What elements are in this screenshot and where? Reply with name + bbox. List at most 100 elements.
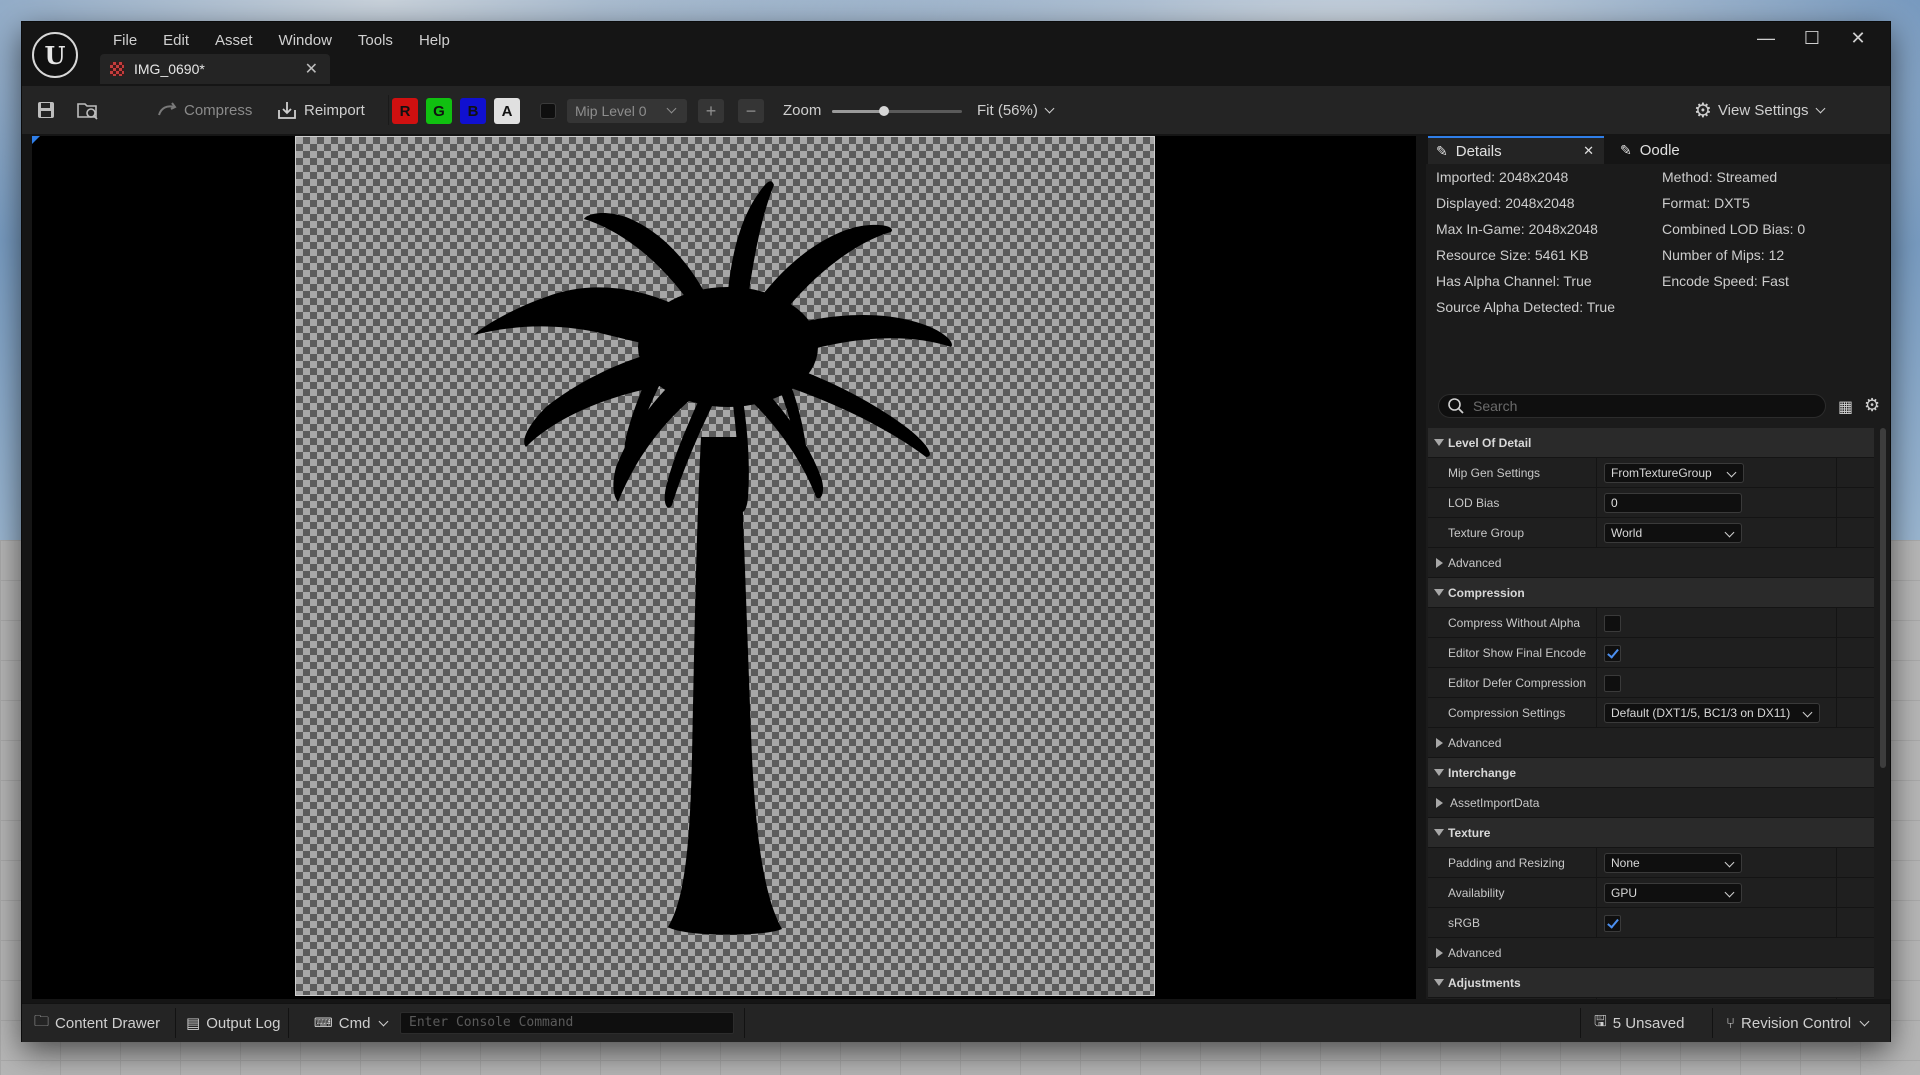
menu-help[interactable]: Help (406, 26, 463, 55)
property-row-padding-and-resizing: Padding and Resizing None (1428, 848, 1874, 878)
property-row-mip-gen-settings: Mip Gen Settings FromTextureGroup (1428, 458, 1874, 488)
category-compression[interactable]: Compression (1428, 578, 1874, 608)
output-log-button[interactable]: ▤ Output Log (186, 1004, 280, 1042)
tab-oodle[interactable]: ✎ Oodle (1612, 136, 1680, 164)
compress-button[interactable]: Compress (156, 86, 252, 134)
channel-a-toggle[interactable]: A (494, 98, 520, 124)
info-num-mips: Number of Mips: 12 (1662, 247, 1785, 263)
channel-b-toggle[interactable]: B (460, 98, 486, 124)
editor-defer-compression-checkbox[interactable] (1604, 675, 1621, 692)
unsaved-button[interactable]: 🖫 5 Unsaved (1594, 1004, 1685, 1042)
availability-dropdown[interactable]: GPU (1604, 883, 1742, 903)
lod-bias-field[interactable]: 0 (1604, 493, 1742, 513)
column-divider[interactable] (1596, 488, 1597, 518)
collapsed-arrow-icon[interactable] (1436, 738, 1443, 748)
menu-window[interactable]: Window (266, 26, 345, 55)
column-divider[interactable] (1596, 848, 1597, 878)
column-divider[interactable] (1596, 518, 1597, 548)
save-icon[interactable] (36, 86, 56, 134)
menu-edit[interactable]: Edit (150, 26, 202, 55)
expand-arrow-icon[interactable] (1434, 769, 1444, 776)
zoom-slider-handle[interactable] (879, 106, 889, 116)
compression-settings-dropdown[interactable]: Default (DXT1/5, BC1/3 on DX11) (1604, 703, 1820, 723)
channel-g-toggle[interactable]: G (426, 98, 452, 124)
property-row-editor-defer-compression: Editor Defer Compression (1428, 668, 1874, 698)
browse-asset-icon[interactable] (76, 86, 100, 134)
category-level-of-detail[interactable]: Level Of Detail (1428, 428, 1874, 458)
column-divider[interactable] (1596, 908, 1597, 938)
property-row-advanced[interactable]: Advanced (1428, 548, 1874, 578)
zoom-fit-dropdown[interactable]: Fit (56%) (977, 86, 1055, 134)
property-row-advanced[interactable]: Advanced (1428, 938, 1874, 968)
column-divider[interactable] (1596, 458, 1597, 488)
column-divider[interactable] (1596, 998, 1597, 999)
menu-asset[interactable]: Asset (202, 26, 266, 55)
mip-level-checkbox[interactable] (540, 103, 556, 119)
info-has-alpha: Has Alpha Channel: True (1436, 273, 1592, 289)
content-drawer-button[interactable]: 🗀 Content Drawer (34, 1004, 160, 1042)
column-divider[interactable] (1596, 638, 1597, 668)
close-tab-icon[interactable]: ✕ (1583, 143, 1594, 159)
mip-level-dropdown[interactable]: Mip Level 0 (567, 99, 687, 123)
editor-show-final-encode-checkbox[interactable] (1604, 645, 1621, 662)
column-divider[interactable] (1596, 698, 1597, 728)
property-row-advanced[interactable]: Advanced (1428, 728, 1874, 758)
column-divider (1836, 518, 1837, 548)
cmd-dropdown[interactable]: ⌨ Cmd (314, 1004, 389, 1042)
chevron-down-icon (1044, 103, 1055, 113)
padding-and-resizing-dropdown[interactable]: None (1604, 853, 1742, 873)
details-search-input[interactable]: Search (1438, 394, 1826, 418)
collapsed-arrow-icon[interactable] (1436, 798, 1443, 808)
expand-arrow-icon[interactable] (1434, 829, 1444, 836)
output-log-icon: ▤ (186, 1015, 201, 1032)
srgb-checkbox[interactable] (1604, 915, 1621, 932)
zoom-label: Zoom (783, 101, 822, 119)
property-label: Texture (1448, 826, 1491, 840)
texture-viewport[interactable] (32, 136, 1416, 999)
property-label: Compress Without Alpha (1448, 616, 1581, 630)
minimize-icon[interactable]: — (1743, 28, 1789, 49)
compress-without-alpha-checkbox[interactable] (1604, 615, 1621, 632)
category-interchange[interactable]: Interchange (1428, 758, 1874, 788)
mip-gen-settings-dropdown[interactable]: FromTextureGroup (1604, 463, 1744, 483)
document-tab[interactable]: IMG_0690* ✕ (100, 54, 330, 84)
unreal-logo-icon[interactable]: U (32, 32, 78, 78)
category-adjustments[interactable]: Adjustments (1428, 968, 1874, 998)
status-bar: 🗀 Content Drawer ▤ Output Log ⌨ Cmd Ente… (22, 1003, 1890, 1042)
mip-increase-button[interactable]: + (698, 99, 724, 123)
details-scrollbar[interactable] (1880, 428, 1886, 768)
revision-control-button[interactable]: ⑂ Revision Control (1726, 1004, 1870, 1042)
tab-details[interactable]: ✎ Details ✕ (1428, 136, 1604, 164)
column-divider[interactable] (1596, 668, 1597, 698)
property-row-brightness: Brightness1.0 (1428, 998, 1874, 999)
category-texture[interactable]: Texture (1428, 818, 1874, 848)
menu-tools[interactable]: Tools (345, 26, 406, 55)
property-row-assetimportdata[interactable]: AssetImportData (1428, 788, 1874, 818)
tab-details-label: Details (1455, 142, 1502, 160)
toolbar: Compress Reimport R G B A Mip Level 0 + … (22, 86, 1890, 134)
close-tab-icon[interactable]: ✕ (305, 59, 318, 79)
collapsed-arrow-icon[interactable] (1436, 558, 1443, 568)
channel-r-toggle[interactable]: R (392, 98, 418, 124)
gear-icon[interactable]: ⚙ (1864, 395, 1880, 416)
column-divider[interactable] (1596, 878, 1597, 908)
property-label: Advanced (1448, 556, 1502, 570)
menu-file[interactable]: File (100, 26, 150, 55)
view-settings-button[interactable]: ⚙ View Settings (1694, 86, 1825, 134)
zoom-slider[interactable] (832, 106, 962, 116)
cmd-label: Cmd (338, 1014, 371, 1032)
table-view-icon[interactable]: ▦ (1838, 397, 1853, 417)
expand-arrow-icon[interactable] (1434, 439, 1444, 446)
collapsed-arrow-icon[interactable] (1436, 948, 1443, 958)
maximize-icon[interactable]: ☐ (1789, 28, 1835, 49)
expand-arrow-icon[interactable] (1434, 589, 1444, 596)
console-command-input[interactable]: Enter Console Command (400, 1012, 734, 1034)
reimport-label: Reimport (304, 101, 365, 119)
close-window-icon[interactable]: ✕ (1835, 28, 1881, 49)
texture-group-dropdown[interactable]: World (1604, 523, 1742, 543)
mip-decrease-button[interactable]: − (738, 99, 764, 123)
reimport-button[interactable]: Reimport (276, 86, 365, 134)
property-label: Editor Show Final Encode (1448, 646, 1587, 660)
expand-arrow-icon[interactable] (1434, 979, 1444, 986)
column-divider[interactable] (1596, 608, 1597, 638)
